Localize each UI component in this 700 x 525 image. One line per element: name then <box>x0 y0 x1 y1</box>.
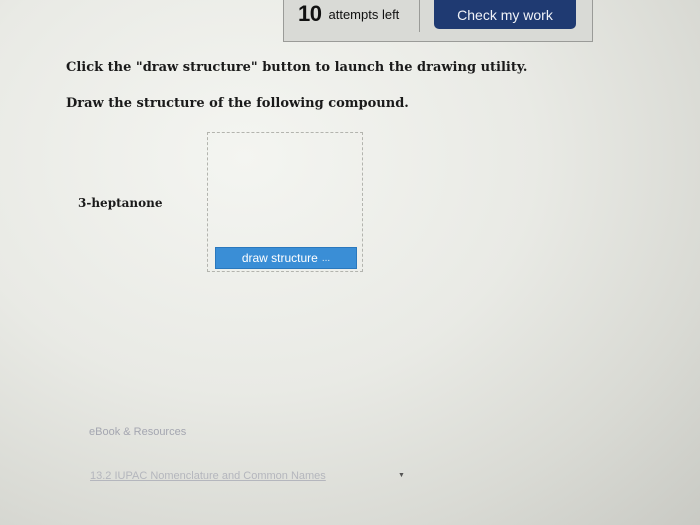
resource-link[interactable]: 13.2 IUPAC Nomenclature and Common Names <box>90 470 326 482</box>
check-my-work-button[interactable]: Check my work <box>434 0 576 29</box>
draw-structure-button[interactable]: draw structure ... <box>215 247 357 269</box>
ebook-resources-label: eBook & Resources <box>89 426 187 438</box>
divider <box>419 0 420 32</box>
instruction-draw-structure: Draw the structure of the following comp… <box>66 96 409 111</box>
instruction-launch-utility: Click the "draw structure" button to lau… <box>66 60 528 75</box>
chevron-down-icon[interactable]: ▼ <box>398 472 405 479</box>
draw-structure-label: draw structure <box>241 251 318 265</box>
draw-structure-ellipsis: ... <box>321 252 331 264</box>
attempts-count: 10 <box>298 1 322 26</box>
attempts-indicator: 10 attempts left <box>298 0 399 28</box>
compound-name: 3-heptanone <box>78 196 163 210</box>
attempts-label: attempts left <box>328 6 400 22</box>
top-bar: 10 attempts left Check my work <box>283 0 593 42</box>
